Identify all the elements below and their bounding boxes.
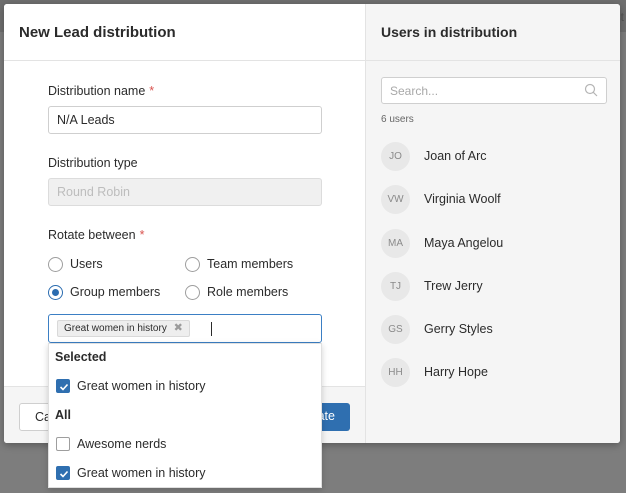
- checkmark-icon: [59, 383, 69, 391]
- checkbox-checked[interactable]: [56, 466, 70, 480]
- user-list-item: JO Joan of Arc: [381, 142, 611, 172]
- group-multiselect-input[interactable]: Great women in history ✖: [48, 314, 322, 343]
- avatar: MA: [381, 229, 410, 258]
- avatar: HH: [381, 358, 410, 387]
- distribution-name-label: Distribution name *: [48, 84, 155, 98]
- checkmark-icon: [59, 470, 69, 478]
- user-name: Gerry Styles: [424, 322, 493, 336]
- user-list-item: GS Gerry Styles: [381, 315, 611, 345]
- checkbox[interactable]: [56, 437, 70, 451]
- chip-remove-icon[interactable]: ✖: [174, 321, 183, 336]
- option-label: Awesome nerds: [77, 437, 167, 451]
- search-icon: [584, 83, 598, 97]
- user-name: Trew Jerry: [424, 279, 483, 293]
- user-list-item: HH Harry Hope: [381, 358, 611, 388]
- checkbox-checked[interactable]: [56, 379, 70, 393]
- required-marker: *: [139, 228, 145, 242]
- text-caret: [211, 322, 212, 336]
- user-name: Harry Hope: [424, 365, 488, 379]
- dropdown-all-heading: All: [55, 408, 71, 422]
- user-name: Joan of Arc: [424, 149, 487, 163]
- user-list-item: VW Virginia Woolf: [381, 185, 611, 215]
- radio-button[interactable]: [48, 257, 63, 272]
- radio-button[interactable]: [185, 285, 200, 300]
- radio-button[interactable]: [185, 257, 200, 272]
- avatar: JO: [381, 142, 410, 171]
- radio-button-checked[interactable]: [48, 285, 63, 300]
- option-label: Great women in history: [77, 379, 206, 393]
- user-list-item: MA Maya Angelou: [381, 229, 611, 259]
- radio-label: Team members: [207, 257, 294, 271]
- rotate-between-label: Rotate between *: [48, 228, 145, 242]
- chip-label: Great women in history: [64, 323, 167, 334]
- dialog-title: New Lead distribution: [4, 4, 365, 61]
- option-label: Great women in history: [77, 466, 206, 480]
- users-in-distribution-pane: Users in distribution Search... 6 users …: [365, 4, 620, 443]
- group-options-dropdown: Selected Great women in history All Awes…: [48, 343, 322, 488]
- distribution-name-input[interactable]: N/A Leads: [48, 106, 322, 134]
- avatar: GS: [381, 315, 410, 344]
- radio-label: Users: [70, 257, 103, 271]
- dropdown-selected-heading: Selected: [55, 350, 107, 364]
- radio-label: Role members: [207, 285, 289, 299]
- distribution-type-input: Round Robin: [48, 178, 322, 206]
- user-search-input[interactable]: Search...: [381, 77, 607, 104]
- user-list-item: TJ Trew Jerry: [381, 272, 611, 302]
- required-marker: *: [149, 84, 155, 98]
- user-name: Maya Angelou: [424, 236, 504, 250]
- search-placeholder: Search...: [390, 84, 439, 98]
- selected-group-chip: Great women in history ✖: [57, 320, 190, 337]
- radio-label: Group members: [70, 285, 161, 299]
- user-count: 6 users: [381, 114, 414, 125]
- avatar: TJ: [381, 272, 410, 301]
- user-name: Virginia Woolf: [424, 192, 501, 206]
- avatar: VW: [381, 185, 410, 214]
- users-panel-title: Users in distribution: [366, 4, 620, 61]
- distribution-type-label: Distribution type: [48, 156, 138, 170]
